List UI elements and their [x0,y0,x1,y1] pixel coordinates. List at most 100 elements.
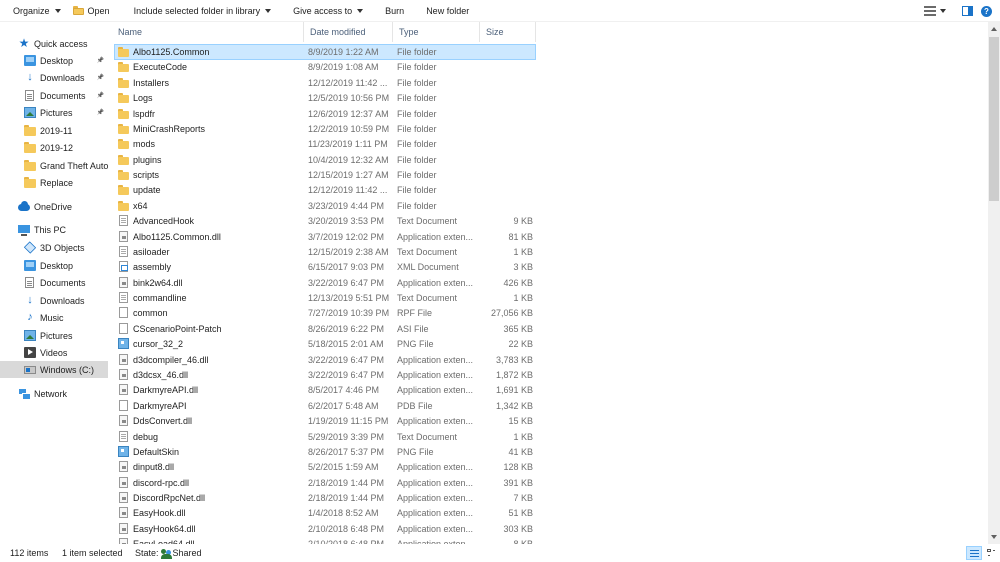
file-name: mods [133,139,156,150]
pin-icon[interactable]: 📌 [97,109,108,116]
file-row[interactable]: cursor_32_2 5/18/2015 2:01 AM PNG File 22 K… [112,336,988,351]
folder-icon [24,125,36,136]
file-date: 3/22/2019 6:47 PM [308,277,385,288]
nav-item-9[interactable]: OneDrive [18,198,108,215]
column-header-type[interactable]: Type [393,22,480,42]
nav-item-6[interactable]: 2019-12 [24,139,108,156]
file-row[interactable]: mods 11/23/2019 1:11 PM File folder [112,136,988,151]
file-name: ExecuteCode [133,62,188,73]
change-view-icon[interactable] [924,6,936,16]
file-row[interactable]: CScenarioPoint-Patch 8/26/2019 6:22 PM ASI… [112,321,988,336]
file-row[interactable]: discord-rpc.dll 2/18/2019 1:44 PM Applicat… [112,475,988,490]
picture-icon [24,330,36,341]
file-row[interactable]: bink2w64.dll 3/22/2019 6:47 PM Application… [112,275,988,290]
desktop-icon [24,55,36,66]
nav-item-11[interactable]: 3D Objects [23,239,108,256]
file-row[interactable]: commandline 12/13/2019 5:51 PM Text Docume… [112,290,988,305]
file-name: discord-rpc.dll [133,477,190,488]
file-row[interactable]: plugins 10/4/2019 12:32 AM File folder [112,152,988,167]
file-row[interactable]: MiniCrashReports 12/2/2019 10:59 PM File f… [112,121,988,136]
file-date: 8/9/2019 1:22 AM [308,47,379,57]
file-type: Application exten... [397,462,474,473]
file-name: bink2w64.dll [133,277,183,288]
file-row[interactable]: d3dcsx_46.dll 3/22/2019 6:47 PM Applicatio… [112,367,988,382]
file-row[interactable]: Installers 12/12/2019 11:42 ... File folde… [112,75,988,90]
nav-item-label: Pictures [40,107,73,118]
preview-pane-icon[interactable] [962,6,973,16]
file-row[interactable]: assembly 6/15/2017 9:03 PM XML Document 3 K… [112,259,988,274]
nav-item-7[interactable]: Grand Theft Auto [24,157,108,174]
column-header-size[interactable]: Size [480,22,536,42]
file-row[interactable]: DdsConvert.dll 1/19/2019 11:15 PM Applicat… [112,413,988,428]
nav-item-15[interactable]: ♪ Music [24,309,108,326]
file-row[interactable]: dinput8.dll 5/2/2015 1:59 AM Application e… [112,459,988,474]
burn-button[interactable]: Burn [379,0,410,22]
column-header-date[interactable]: Date modified [304,22,393,42]
scrollbar-thumb[interactable] [989,37,999,201]
file-row[interactable]: debug 5/29/2019 3:39 PM Text Document 1 KB [112,429,988,444]
file-date: 12/12/2019 11:42 ... [308,185,388,196]
pin-icon[interactable]: 📌 [97,74,108,81]
nav-item-12[interactable]: Desktop [24,257,108,274]
folder-icon [24,160,36,171]
pin-icon[interactable]: 📌 [97,57,108,64]
nav-item-label: Network [34,388,68,399]
organize-button[interactable]: Organize [7,0,67,22]
nav-item-10[interactable]: This PC [18,221,108,238]
nav-item-14[interactable]: ↓ Downloads [24,292,108,309]
folder-icon [118,123,129,134]
file-row[interactable]: EasyHook64.dll 2/10/2018 6:48 PM Applicati… [112,521,988,536]
give-access-button[interactable]: Give access to [287,0,369,22]
file-row[interactable]: Albo1125.Common 8/9/2019 1:22 AM File fold… [112,44,988,60]
nav-item-2[interactable]: ↓ Downloads 📌 [24,69,108,86]
details-view-button[interactable] [966,546,982,560]
help-icon[interactable]: ? [981,5,992,17]
nav-item-16[interactable]: Pictures [24,327,108,344]
file-row[interactable]: DarkmyreAPI.dll 8/5/2017 4:46 PM Applicati… [112,382,988,397]
file-row[interactable]: x64 3/23/2019 4:44 PM File folder [112,198,988,213]
nav-item-18[interactable]: Windows (C:) [0,361,108,378]
file-size: 1,342 KB [495,400,533,411]
nav-item-0[interactable]: ★ Quick access [18,35,108,52]
file-row[interactable]: ExecuteCode 8/9/2019 1:08 AM File folder [112,59,988,74]
nav-item-8[interactable]: Replace [24,174,108,191]
file-size: 365 KB [503,323,533,334]
scroll-up-icon[interactable] [991,27,997,31]
file-row[interactable]: update 12/12/2019 11:42 ... File folder [112,182,988,197]
file-row[interactable]: DefaultSkin 8/26/2017 5:37 PM PNG File 41 K… [112,444,988,459]
nav-item-1[interactable]: Desktop 📌 [24,52,108,69]
nav-item-3[interactable]: Documents 📌 [24,87,108,104]
file-row[interactable]: Logs 12/5/2019 10:56 PM File folder [112,90,988,105]
scroll-down-icon[interactable] [991,535,997,539]
file-date: 6/15/2017 9:03 PM [308,262,385,273]
include-in-library-button[interactable]: Include selected folder in library [128,0,278,22]
file-row[interactable]: common 7/27/2019 10:39 PM RPF File 27,056 K… [112,305,988,320]
file-row[interactable]: EasyLoad64.dll 2/10/2018 6:48 PMApplicati… [112,536,988,544]
nav-item-13[interactable]: Documents [24,274,108,291]
file-row[interactable]: Albo1125.Common.dll 3/7/2019 12:02 PM Appl… [112,229,988,244]
nav-item-label: 3D Objects [40,242,85,253]
dll-file-icon [119,276,128,288]
nav-item-5[interactable]: 2019-11 [24,122,108,139]
file-row[interactable]: asiloader 12/15/2019 2:38 AM Text Document… [112,244,988,259]
vertical-scrollbar[interactable] [988,22,1000,544]
open-button[interactable]: Open [67,0,116,22]
view-options-caret-icon[interactable] [940,9,946,13]
file-row[interactable]: d3dcompiler_46.dll 3/22/2019 6:47 PM Appli… [112,352,988,367]
pin-icon[interactable]: 📌 [97,92,108,99]
large-icons-view-button[interactable] [984,546,1000,560]
nav-item-4[interactable]: Pictures 📌 [24,104,108,121]
file-size [485,121,533,136]
file-row[interactable]: AdvancedHook 3/20/2019 3:53 PM Text Docume… [112,213,988,228]
column-header-name[interactable]: Name [112,22,304,42]
file-row[interactable]: DarkmyreAPI 6/2/2017 5:48 AM PDB File 1,342… [112,398,988,413]
nav-item-17[interactable]: Videos [24,344,108,361]
file-row[interactable]: scripts 12/15/2019 1:27 AM File folder [112,167,988,182]
file-row[interactable]: EasyHook.dll 1/4/2018 8:52 AM Application … [112,505,988,520]
nav-item-19[interactable]: Network [18,385,108,402]
dll-file-icon [119,461,128,473]
new-folder-button[interactable]: New folder [420,0,475,22]
file-row[interactable]: lspdfr 12/6/2019 12:37 AM File folder [112,106,988,121]
file-row[interactable]: DiscordRpcNet.dll 2/18/2019 1:44 PM Applic… [112,490,988,505]
file-date: 12/6/2019 12:37 AM [308,108,389,119]
